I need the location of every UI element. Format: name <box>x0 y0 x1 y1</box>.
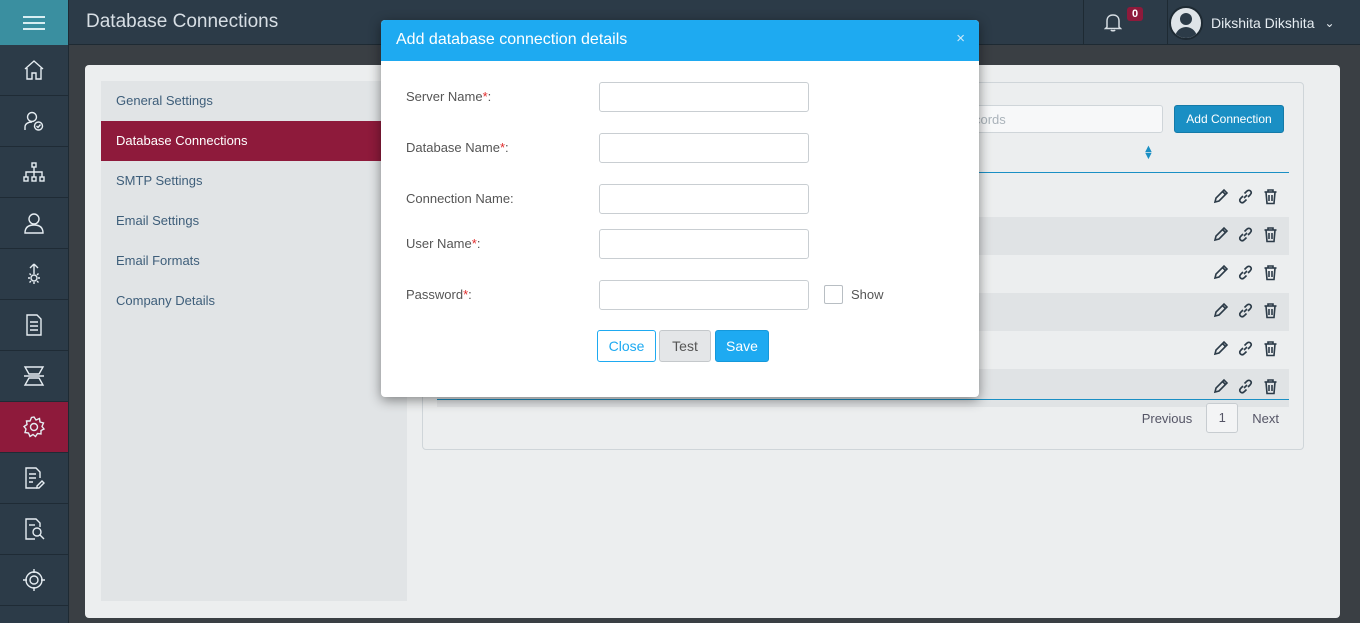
database-name-input[interactable] <box>599 133 809 163</box>
connection-name-row: Connection Name: <box>406 184 966 214</box>
password-input[interactable] <box>599 280 809 310</box>
database-name-row: Database Name*: <box>406 133 966 163</box>
show-password-checkbox[interactable] <box>824 285 843 304</box>
password-row: Password*: Show <box>406 280 966 310</box>
server-name-input[interactable] <box>599 82 809 112</box>
dialog-header: Add database connection details × <box>381 20 979 61</box>
server-name-row: Server Name*: <box>406 82 966 112</box>
close-icon[interactable]: × <box>956 30 965 47</box>
connection-name-label: Connection Name: <box>406 191 514 206</box>
close-button[interactable]: Close <box>597 330 656 362</box>
connection-name-input[interactable] <box>599 184 809 214</box>
dialog-actions: Close Test Save <box>597 330 769 362</box>
user-name-input[interactable] <box>599 229 809 259</box>
password-label: Password*: <box>406 287 472 302</box>
add-connection-dialog: Add database connection details × Server… <box>381 20 979 397</box>
show-password-label: Show <box>851 287 884 302</box>
modal-overlay: Add database connection details × Server… <box>0 0 1360 623</box>
save-button[interactable]: Save <box>715 330 769 362</box>
dialog-title: Add database connection details <box>396 31 628 48</box>
user-name-label: User Name*: <box>406 236 481 251</box>
test-button[interactable]: Test <box>659 330 711 362</box>
show-password-toggle[interactable]: Show <box>824 285 884 304</box>
server-name-label: Server Name*: <box>406 89 492 104</box>
user-name-row: User Name*: <box>406 229 966 259</box>
database-name-label: Database Name*: <box>406 140 509 155</box>
